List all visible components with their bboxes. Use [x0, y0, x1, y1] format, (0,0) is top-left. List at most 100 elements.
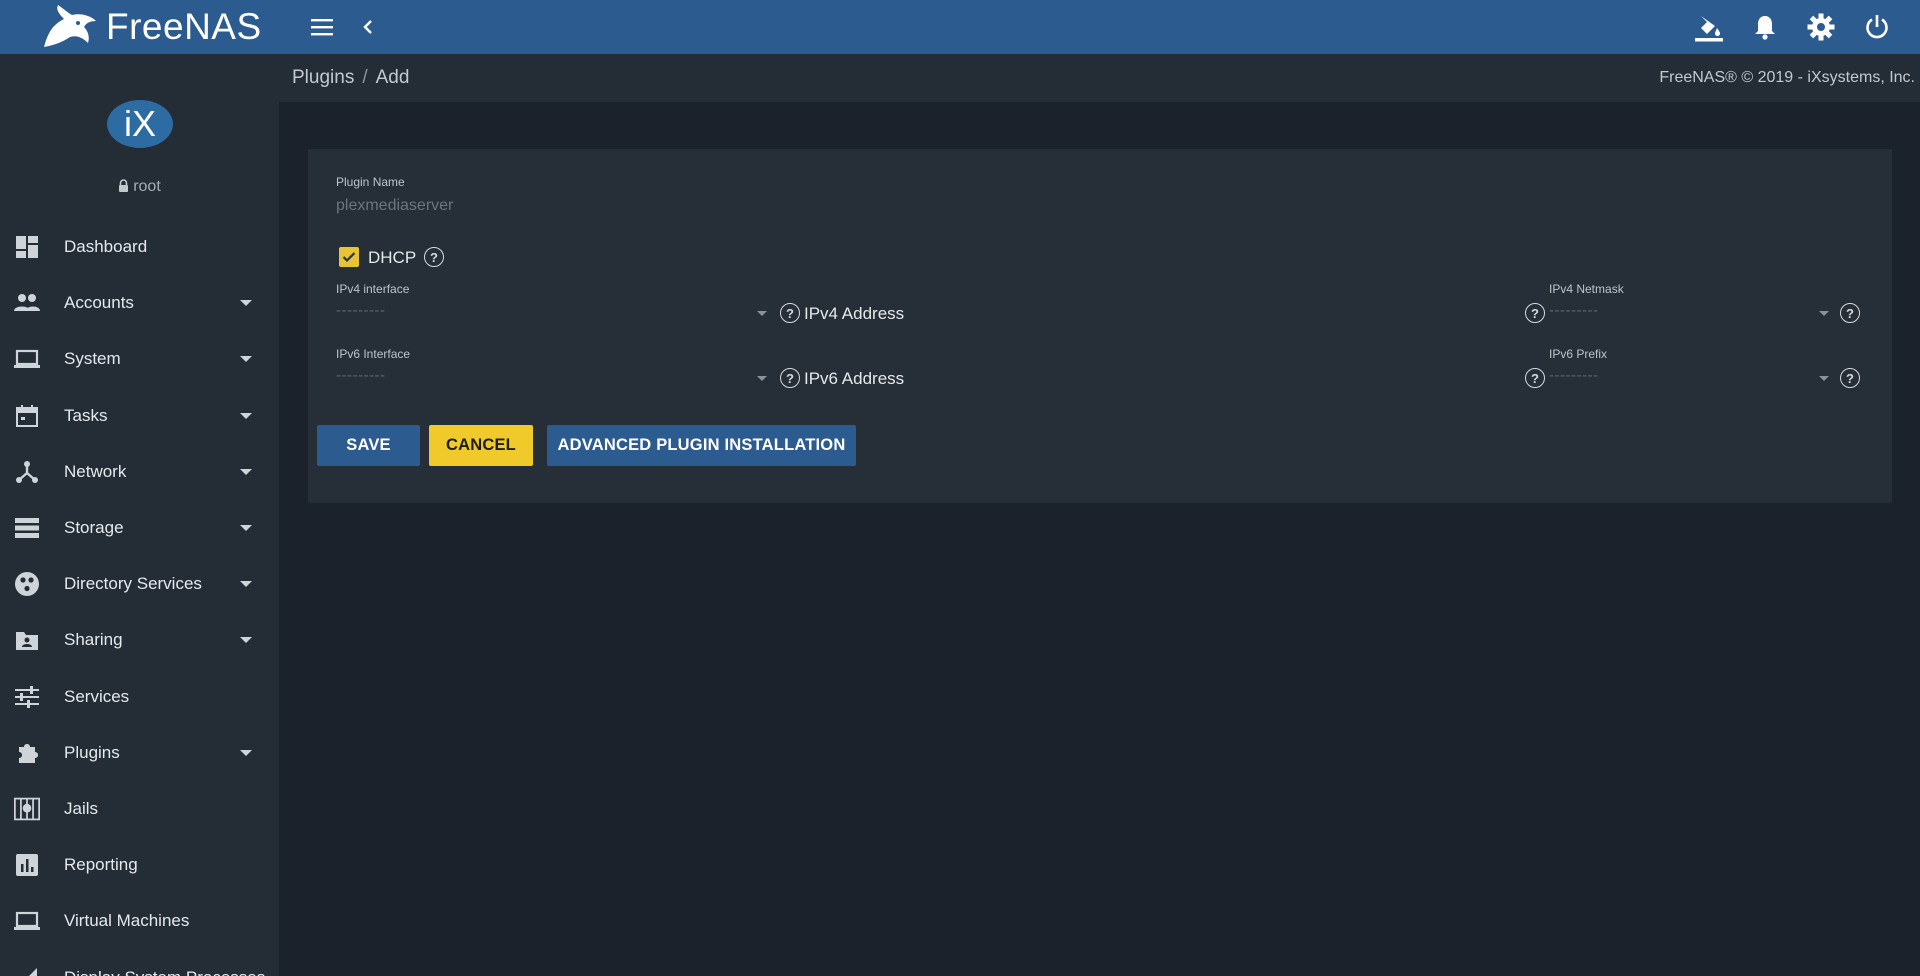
freenas-shark-icon: [44, 5, 96, 47]
sidebar-item-jails[interactable]: Jails: [0, 781, 279, 837]
sidebar-item-storage[interactable]: Storage: [0, 500, 279, 556]
sidebar-item-display-system-processes[interactable]: Display System Processes: [0, 949, 279, 976]
theme-icon: [1695, 16, 1723, 42]
advanced-plugin-installation-button[interactable]: ADVANCED PLUGIN INSTALLATION: [547, 425, 856, 466]
plugin-add-form: Plugin Name plexmediaserver DHCP ? IPv4 …: [308, 149, 1892, 503]
avatar-text: iX: [123, 103, 155, 144]
sidebar-item-dashboard[interactable]: Dashboard: [0, 219, 279, 275]
expand-caret-icon[interactable]: [240, 749, 252, 756]
ipv4-netmask-label: IPv4 Netmask: [1549, 282, 1624, 296]
sidebar-item-label: Jails: [64, 798, 99, 818]
expand-caret-icon[interactable]: [240, 468, 252, 475]
hamburger-icon: [311, 19, 333, 36]
expand-caret-icon[interactable]: [240, 356, 252, 363]
freenas-logo[interactable]: FreeNAS™: [38, 0, 273, 52]
expand-caret-icon[interactable]: [240, 525, 252, 532]
cancel-button[interactable]: CANCEL: [429, 425, 533, 466]
processes-icon: [14, 965, 40, 976]
tasks-icon: [14, 403, 40, 429]
plugins-icon: [14, 740, 40, 766]
expand-caret-icon[interactable]: [240, 300, 252, 307]
menu-toggle-button[interactable]: [305, 10, 339, 44]
gear-icon: [1807, 13, 1835, 41]
ipv6-prefix-select[interactable]: ---------: [1549, 367, 1598, 384]
sidebar-item-label: Display System Processes: [64, 968, 265, 976]
ipv6-prefix-help-icon[interactable]: ?: [1840, 368, 1860, 388]
storage-icon: [14, 515, 40, 541]
sidebar-item-network[interactable]: Network: [0, 444, 279, 500]
expand-caret-icon[interactable]: [240, 581, 252, 588]
ipv4-netmask-help-icon[interactable]: ?: [1840, 303, 1860, 323]
expand-caret-icon[interactable]: [240, 637, 252, 644]
ipv4-netmask-dropdown-icon[interactable]: [1819, 311, 1829, 316]
ipv4-interface-dropdown-icon[interactable]: [757, 311, 767, 316]
breadcrumb-separator: /: [362, 67, 368, 88]
plugin-name-field: plexmediaserver: [336, 197, 454, 214]
expand-caret-icon[interactable]: [240, 412, 252, 419]
brand-name: FreeNAS: [106, 6, 262, 47]
breadcrumb: Plugins / Add: [292, 67, 409, 89]
dashboard-icon: [14, 234, 40, 260]
lock-icon: [118, 179, 129, 197]
sidebar-item-label: Network: [64, 461, 127, 481]
sidebar-item-label: Accounts: [64, 293, 134, 313]
save-button[interactable]: SAVE: [317, 425, 420, 466]
sidebar: iX root Dashboard Accounts System Tasks Netw…: [0, 54, 279, 976]
sidebar-item-plugins[interactable]: Plugins: [0, 725, 279, 781]
ipv4-interface-help-icon[interactable]: ?: [780, 303, 800, 323]
theme-button[interactable]: [1692, 10, 1726, 44]
sidebar-item-accounts[interactable]: Accounts: [0, 275, 279, 331]
ipv4-address-help-icon[interactable]: ?: [1525, 303, 1545, 323]
power-button[interactable]: [1860, 10, 1894, 44]
settings-button[interactable]: [1804, 10, 1838, 44]
breadcrumb-plugins-link[interactable]: Plugins: [292, 67, 354, 88]
sidebar-item-sharing[interactable]: Sharing: [0, 612, 279, 668]
brand-trademark: ™: [262, 0, 273, 5]
directory-services-icon: [14, 571, 40, 597]
notifications-button[interactable]: [1748, 10, 1782, 44]
checkmark-icon: [342, 252, 356, 263]
chevron-left-icon: [363, 20, 372, 34]
dhcp-help-icon[interactable]: ?: [424, 247, 444, 267]
sidebar-item-label: Sharing: [64, 630, 123, 650]
sidebar-item-label: Tasks: [64, 405, 108, 425]
ipv4-interface-select[interactable]: ---------: [336, 302, 385, 319]
power-icon: [1866, 15, 1888, 39]
top-bar: FreeNAS™: [0, 0, 1920, 54]
user-info: root: [0, 178, 279, 197]
sidebar-item-label: Dashboard: [64, 237, 148, 257]
sidebar-item-system[interactable]: System: [0, 331, 279, 387]
reporting-icon: [14, 852, 40, 878]
sidebar-item-directory-services[interactable]: Directory Services: [0, 556, 279, 612]
ipv4-interface-label: IPv4 interface: [336, 282, 410, 296]
ipv6-prefix-dropdown-icon[interactable]: [1819, 376, 1829, 381]
collapse-sidebar-button[interactable]: [351, 10, 385, 44]
bell-icon: [1755, 16, 1775, 40]
system-icon: [14, 346, 40, 372]
dhcp-checkbox[interactable]: [339, 247, 359, 267]
accounts-icon: [14, 290, 40, 316]
ipv6-interface-help-icon[interactable]: ?: [780, 368, 800, 388]
jails-icon: [14, 796, 40, 822]
sidebar-item-label: Virtual Machines: [64, 911, 190, 931]
ipv6-interface-dropdown-icon[interactable]: [757, 376, 767, 381]
breadcrumb-current: Add: [375, 67, 410, 88]
sidebar-item-virtual-machines[interactable]: Virtual Machines: [0, 893, 279, 949]
sidebar-nav: Dashboard Accounts System Tasks Network Stora…: [0, 219, 279, 976]
ipv6-interface-label: IPv6 Interface: [336, 347, 411, 361]
dhcp-label: DHCP: [368, 248, 417, 267]
ipv6-interface-select[interactable]: ---------: [336, 367, 385, 384]
ipv6-prefix-label: IPv6 Prefix: [1549, 347, 1608, 361]
ipv4-address-field[interactable]: IPv4 Address: [804, 304, 904, 324]
breadcrumb-bar: Plugins / Add FreeNAS® © 2019 - iXsystems,…: [279, 54, 1920, 102]
ipv6-address-help-icon[interactable]: ?: [1525, 368, 1545, 388]
sidebar-item-reporting[interactable]: Reporting: [0, 837, 279, 893]
sidebar-item-label: Reporting: [64, 855, 138, 875]
ipv4-netmask-select[interactable]: ---------: [1549, 302, 1598, 319]
avatar[interactable]: iX: [104, 96, 176, 152]
sharing-icon: [14, 627, 40, 653]
sidebar-item-label: Services: [64, 686, 130, 706]
sidebar-item-services[interactable]: Services: [0, 669, 279, 725]
ipv6-address-field[interactable]: IPv6 Address: [804, 369, 904, 389]
sidebar-item-tasks[interactable]: Tasks: [0, 388, 279, 444]
